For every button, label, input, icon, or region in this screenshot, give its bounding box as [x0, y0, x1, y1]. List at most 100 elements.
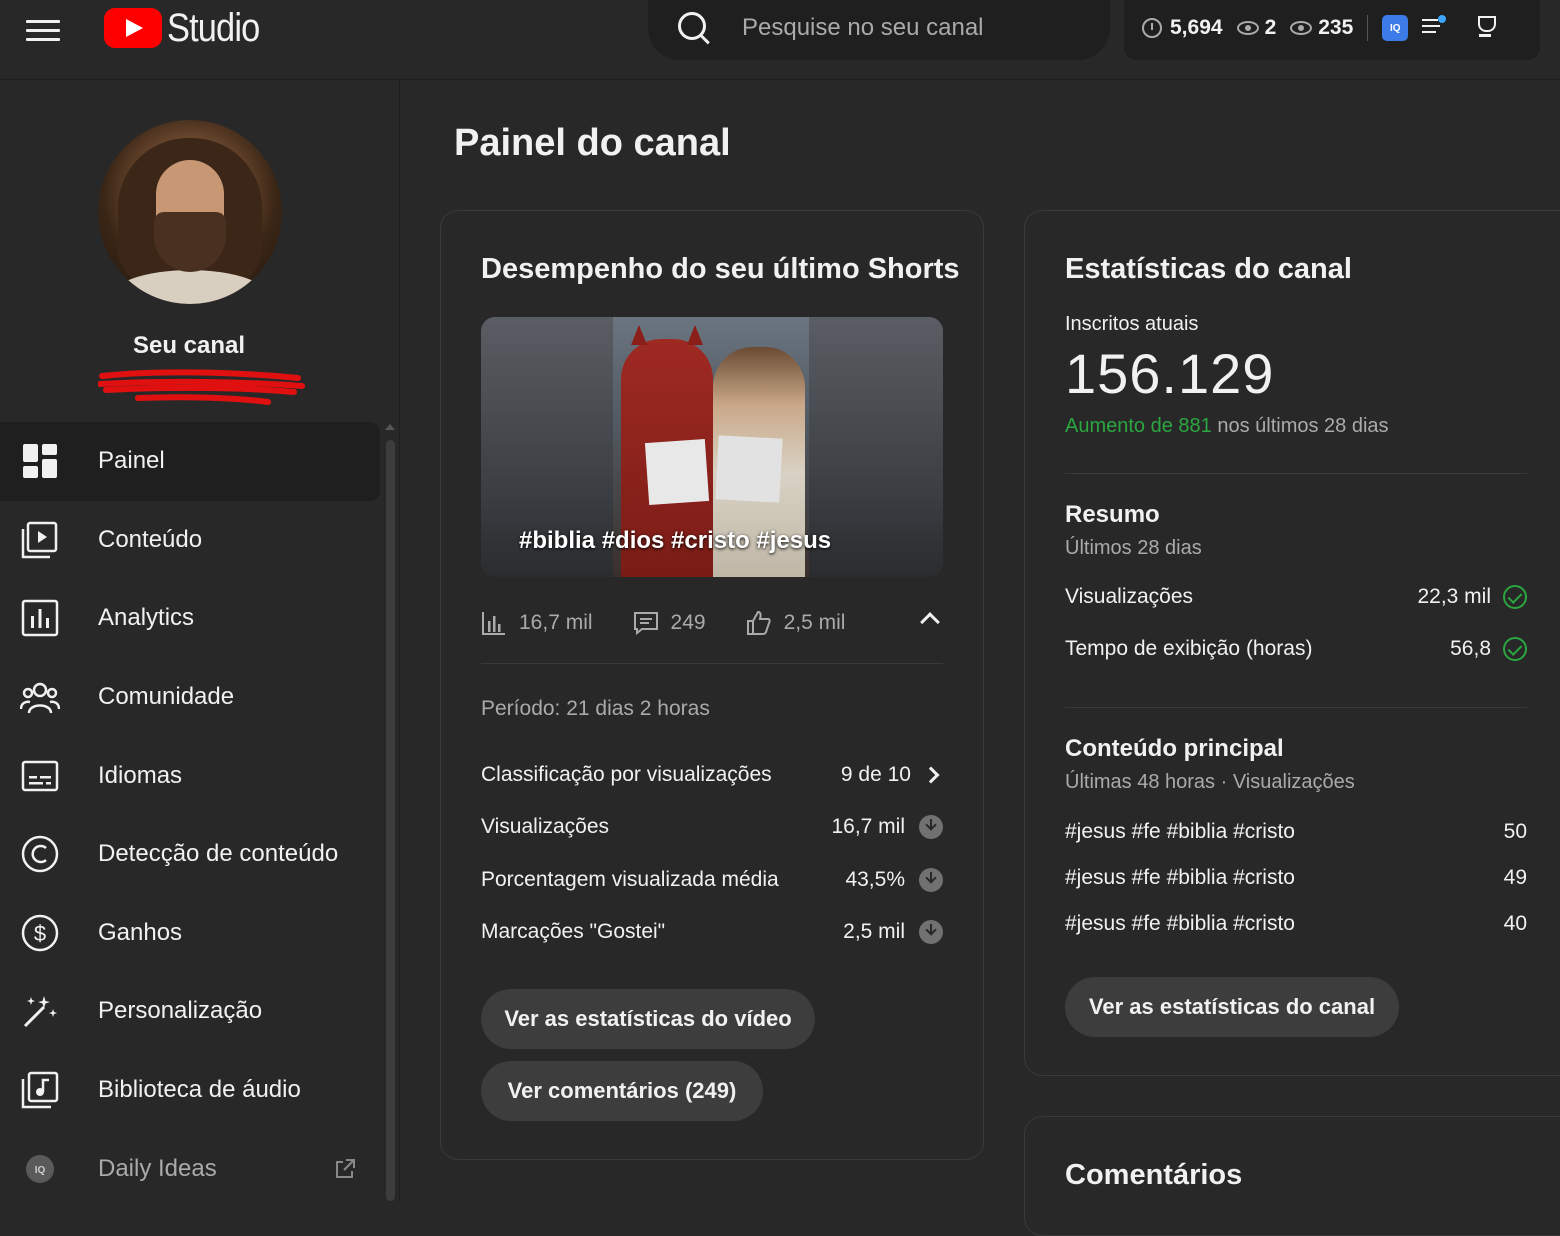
sidebar-item-label: Detecção de conteúdo	[98, 840, 339, 868]
shorts-thumbnail[interactable]: #biblia #dios #cristo #jesus	[481, 317, 943, 577]
scroll-up-arrow[interactable]	[385, 424, 395, 430]
divider	[481, 663, 943, 664]
sidebar-item-analytics[interactable]: Analytics	[0, 579, 380, 658]
top-content-row[interactable]: #jesus #fe #biblia #cristo 49	[1065, 860, 1527, 896]
sidebar-item-comunidade[interactable]: Comunidade	[0, 658, 380, 737]
channel-stats-button[interactable]: Ver as estatísticas do canal	[1065, 977, 1399, 1037]
row-value: 43,5%	[845, 868, 905, 891]
live-viewers-value: 2	[1264, 16, 1277, 39]
channel-stats-card: Estatísticas do canal Inscritos atuais 1…	[1024, 210, 1560, 1076]
row-label: Visualizações	[1065, 585, 1194, 608]
eye-icon	[1290, 21, 1313, 35]
summary-title: Resumo	[1065, 501, 1160, 528]
period-text: Período: 21 dias 2 horas	[481, 697, 710, 720]
collapse-chevron-icon[interactable]	[920, 612, 940, 632]
row-label: #jesus #fe #biblia #cristo	[1065, 866, 1295, 889]
top-content-title: Conteúdo principal	[1065, 735, 1284, 762]
divider	[1065, 707, 1527, 708]
channel-label[interactable]: Seu canal	[0, 332, 378, 360]
sidebar-item-idiomas[interactable]: Idiomas	[0, 736, 380, 815]
top-content-row[interactable]: #jesus #fe #biblia #cristo 50	[1065, 814, 1527, 850]
row-label: Porcentagem visualizada média	[481, 868, 779, 891]
sidebar-item-label: Personalização	[98, 997, 263, 1025]
sidebar-nav: Painel Conteúdo Analytics Comunidade Idi…	[0, 422, 380, 1208]
trophy-icon[interactable]	[1474, 16, 1497, 40]
growth-period: nos últimos 28 dias	[1217, 415, 1389, 437]
arrow-down-icon	[919, 815, 943, 839]
views-metric: 16,7 mil	[481, 610, 593, 636]
chevron-right-icon	[922, 766, 940, 784]
search-icon[interactable]	[676, 10, 712, 46]
row-label: Visualizações	[481, 815, 610, 838]
summary-subtitle: Últimos 28 dias	[1065, 537, 1202, 559]
channel-avatar[interactable]	[98, 120, 282, 304]
row-value: 49	[1503, 866, 1527, 889]
logo-text: Studio	[167, 5, 260, 50]
ranking-row[interactable]: Classificação por visualizações 9 de 10	[481, 755, 943, 795]
sidebar-scrollbar[interactable]	[386, 440, 395, 1201]
watch-hours-value: 5,694	[1170, 16, 1223, 39]
comment-icon	[633, 612, 658, 636]
audio-library-icon	[21, 1071, 59, 1109]
redaction-scribble	[98, 369, 305, 405]
svg-text:$: $	[34, 921, 46, 946]
summary-row-views: Visualizações 22,3 mil	[1065, 579, 1527, 615]
likes-value: 2,5 mil	[783, 611, 846, 634]
card-title: Estatísticas do canal	[1065, 253, 1352, 285]
sidebar-item-deteccao[interactable]: Detecção de conteúdo	[0, 815, 380, 894]
sidebar-item-daily-ideas[interactable]: IQ Daily Ideas	[0, 1129, 380, 1208]
card-title: Comentários	[1065, 1159, 1243, 1191]
search-input[interactable]	[742, 14, 1102, 42]
subtitles-icon	[21, 760, 59, 791]
sidebar-item-conteudo[interactable]: Conteúdo	[0, 501, 380, 580]
views-stat: 235	[1290, 16, 1353, 40]
row-label: Classificação por visualizações	[481, 763, 772, 786]
thumbs-up-icon	[746, 610, 771, 635]
sidebar-item-personalizacao[interactable]: Personalização	[0, 972, 380, 1051]
avg-percentage-row: Porcentagem visualizada média 43,5%	[481, 860, 943, 900]
sidebar-item-label: Analytics	[98, 604, 195, 632]
sidebar-item-label: Ganhos	[98, 918, 183, 946]
comments-card: Comentários	[1024, 1116, 1560, 1236]
comments-value: 249	[670, 611, 706, 634]
dollar-icon: $	[21, 914, 59, 952]
iq-icon[interactable]: IQ	[1382, 15, 1409, 41]
sidebar-item-biblioteca-audio[interactable]: Biblioteca de áudio	[0, 1051, 380, 1130]
clock-icon	[1142, 18, 1162, 38]
row-value: 2,5 mil	[843, 920, 905, 943]
row-value: 16,7 mil	[831, 815, 905, 838]
eye-icon	[1236, 21, 1259, 35]
svg-text:IQ: IQ	[35, 1165, 46, 1176]
menu-icon[interactable]	[26, 16, 60, 42]
sidebar-item-painel[interactable]: Painel	[0, 422, 380, 501]
top-bar: Studio 5,694 2 235 IQ	[0, 0, 1560, 80]
arrow-down-icon	[919, 920, 943, 944]
content-icon	[21, 521, 58, 559]
divider	[1065, 473, 1527, 474]
notifications-list-icon[interactable]	[1422, 15, 1447, 37]
top-content-row[interactable]: #jesus #fe #biblia #cristo 40	[1065, 906, 1527, 942]
dashboard-icon	[23, 444, 57, 479]
divider	[1367, 15, 1369, 41]
studio-logo[interactable]: Studio	[104, 6, 274, 50]
row-label: #jesus #fe #biblia #cristo	[1065, 912, 1295, 935]
sidebar-item-ganhos[interactable]: $ Ganhos	[0, 894, 380, 973]
analytics-icon	[21, 600, 59, 637]
check-circle-icon	[1503, 637, 1527, 661]
card-title: Desempenho do seu último Shorts	[481, 253, 960, 285]
iq-icon: IQ	[26, 1154, 54, 1183]
sidebar: Seu canal Painel Conteúdo Analytics Comu…	[0, 80, 400, 1201]
sidebar-item-label: Idiomas	[98, 761, 183, 789]
row-value: 9 de 10	[840, 763, 911, 786]
likes-metric: 2,5 mil	[746, 610, 846, 636]
realtime-stats: 5,694 2 235 IQ	[1124, 0, 1540, 60]
community-icon	[20, 682, 60, 714]
views-value: 235	[1318, 16, 1354, 39]
external-link-icon	[336, 1158, 355, 1178]
video-stats-button[interactable]: Ver as estatísticas do vídeo	[481, 989, 815, 1049]
subscribers-label: Inscritos atuais	[1065, 313, 1199, 335]
view-comments-button[interactable]: Ver comentários (249)	[481, 1061, 763, 1121]
magic-wand-icon	[23, 996, 57, 1028]
sidebar-item-label: Conteúdo	[98, 525, 203, 553]
live-viewers-stat: 2	[1236, 16, 1277, 40]
